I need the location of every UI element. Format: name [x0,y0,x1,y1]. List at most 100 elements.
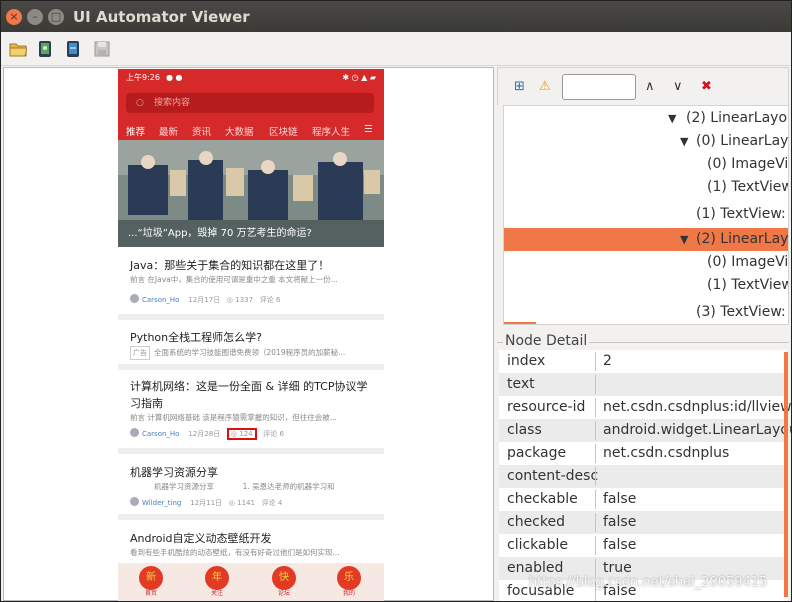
device-screenshot-icon[interactable] [36,40,54,58]
search-field[interactable] [562,74,636,100]
nav-icon: 新 [139,566,163,590]
tree-node[interactable]: (1) TextView [504,274,788,297]
nav-label: 我的 [342,590,355,597]
nav-item-me[interactable]: 乐我的 [334,566,364,598]
article-item[interactable]: 机器学习资源分享 机器学习资源分享 1. 吴恩达老师的机器学习和 Wilder_… [118,454,384,520]
tree-node-label: (0) LinearLayout [696,133,789,149]
article-title: Python全栈工程师怎么学? [130,331,262,344]
expand-arrow-icon[interactable]: ▼ [668,107,676,130]
detail-key: resource-id [507,399,586,415]
article-summary: 前言 计算机网络基础 该是程序猿需掌握的知识，但往往会被... [130,413,337,422]
expand-all-icon[interactable]: ⊞ [514,80,525,94]
tab-latest[interactable]: 最新 [159,124,178,138]
view-count: 1141 [237,499,255,507]
tree-scrollbar[interactable] [504,322,536,324]
device-screenshot[interactable]: 上午9:26 ● ● ✱ ◷ ▲ ▰ ○ 搜索内容 推荐 最新 资讯 大数据 区块链 … [118,69,384,601]
detail-row[interactable]: index 2 [499,350,787,373]
tree-node-label: (3) TextView: 推 [696,304,788,320]
tab-programmer-life[interactable]: 程序人生 [312,124,350,138]
article-title: 机器学习资源分享 [130,466,218,479]
tree-node[interactable]: (1) TextView: 推 [504,203,788,226]
tree-node-label: (0) ImageView [707,156,789,172]
article-summary: 全面系统的学习技能图谱免费领（2019程序员的加薪秘... [154,348,346,357]
article-title: Android自定义动态壁纸开发 [130,532,272,545]
down-arrow-icon[interactable]: ∨ [673,80,683,94]
close-window-button[interactable]: × [6,9,22,25]
viewer-window: × – □ UI Automator Viewer 上午9:26 ● ● ✱ ◷ ▲… [0,0,792,602]
detail-row[interactable]: package net.csdn.csdnplus [499,442,787,465]
avatar [130,428,139,437]
nav-item-forum[interactable]: 快论坛 [269,566,299,598]
tree-node[interactable]: ▼ (0) LinearLayout [504,130,789,153]
hierarchy-tree[interactable]: ▼ (2) LinearLayout ▼ (0) LinearLayout (0) … [503,105,789,325]
article-list: Java：那些关于集合的知识都在这里了！ 前言 在Java中，集合的使用可谓是重… [118,247,384,580]
article-item[interactable]: Java：那些关于集合的知识都在这里了！ 前言 在Java中，集合的使用可谓是重… [118,247,384,320]
node-detail-heading: Node Detail [503,333,590,349]
detail-value: 2 [603,353,612,369]
detail-key: checked [507,514,565,530]
tree-node[interactable]: (0) ImageView [504,251,788,274]
status-time: 上午9:26 [126,73,160,82]
detail-value: android.widget.LinearLayout [603,422,791,438]
clear-icon[interactable]: ✖ [701,80,712,94]
detail-key: checkable [507,491,578,507]
detail-row[interactable]: checked false [499,511,787,534]
category-tabs: 推荐 最新 资讯 大数据 区块链 程序人生 ☰ [118,120,384,142]
views-icon: ◎ [228,499,235,507]
detail-row[interactable]: text [499,373,787,396]
device-screenshot-compressed-icon[interactable] [64,40,82,58]
open-folder-icon[interactable] [9,40,27,58]
tree-toolbar: ⊞ ⚠ ∧ ∨ ✖ [497,67,789,105]
status-bar: 上午9:26 ● ● ✱ ◷ ▲ ▰ [118,69,384,87]
detail-row[interactable]: resource-id net.csdn.csdnplus:id/llview [499,396,791,419]
detail-key: class [507,422,542,438]
minimize-window-button[interactable]: – [27,9,43,25]
menu-icon[interactable]: ☰ [364,124,373,135]
up-arrow-icon[interactable]: ∧ [645,80,655,94]
warning-icon[interactable]: ⚠ [539,80,551,94]
tree-node[interactable]: ▼ (2) LinearLayout [504,107,788,130]
detail-row[interactable]: class android.widget.LinearLayout [499,419,791,442]
article-title: Java：那些关于集合的知识都在这里了！ [130,259,330,272]
tab-news[interactable]: 资讯 [192,124,211,138]
detail-key: package [507,445,567,461]
tab-bigdata[interactable]: 大数据 [225,124,254,138]
article-meta: Carson_Ho 12月17日 ◎ 1337 评论 6 [130,294,374,306]
detail-row[interactable]: content-desc [499,465,787,488]
nav-item-home[interactable]: 新首页 [136,566,166,598]
article-item[interactable]: 计算机网络：这是一份全面 & 详细 的TCP协议学习指南 前言 计算机网络基础 … [118,370,384,454]
detail-value: false [603,514,637,530]
expand-arrow-icon[interactable]: ▼ [680,130,688,153]
tab-blockchain[interactable]: 区块链 [269,124,298,138]
tree-node-selected[interactable]: ▼ (2) LinearLayout [504,228,788,251]
nav-label: 关注 [210,590,223,597]
banner-image[interactable]: ...“垃圾”App，毁掉 70 万艺考生的命运? [118,140,384,247]
node-detail-table: index 2 text resource-id net.csdn.csdnplus… [499,350,791,601]
detail-value: false [603,491,637,507]
detail-key: index [507,353,546,369]
article-summary-2: 1. 吴恩达老师的机器学习和 [242,482,335,491]
tree-node[interactable]: (0) ImageView [504,153,789,176]
avatar [130,294,139,303]
nav-item-follow[interactable]: 年关注 [202,566,232,598]
tree-node[interactable]: (1) TextView: 推 [504,176,788,199]
main-toolbar [1,32,791,66]
maximize-window-button[interactable]: □ [48,9,64,25]
bottom-navigation: 新首页 年关注 快论坛 乐我的 [118,563,384,601]
expand-arrow-icon[interactable]: ▼ [680,228,688,251]
search-input[interactable]: ○ 搜索内容 [126,93,374,113]
views-icon: ◎ [230,430,237,438]
selected-node-highlight[interactable]: ◎ 124 [226,428,257,440]
author-name: Carson_Ho [142,296,180,304]
author-name: Carson_Ho [142,430,180,438]
detail-scrollbar[interactable] [784,352,788,597]
detail-row[interactable]: clickable false [499,534,787,557]
article-date: 12月28日 [188,430,221,438]
nav-icon: 乐 [337,566,361,590]
ad-item[interactable]: Python全栈工程师怎么学? 广告 全面系统的学习技能图谱免费领（2019程序员… [118,320,384,370]
node-detail-panel: Node Detail index 2 text resource-id net.c… [497,333,791,601]
save-icon[interactable] [93,40,111,58]
tree-node[interactable]: (3) TextView: 推 [504,301,788,324]
detail-row[interactable]: checkable false [499,488,787,511]
view-count: 124 [239,430,253,438]
